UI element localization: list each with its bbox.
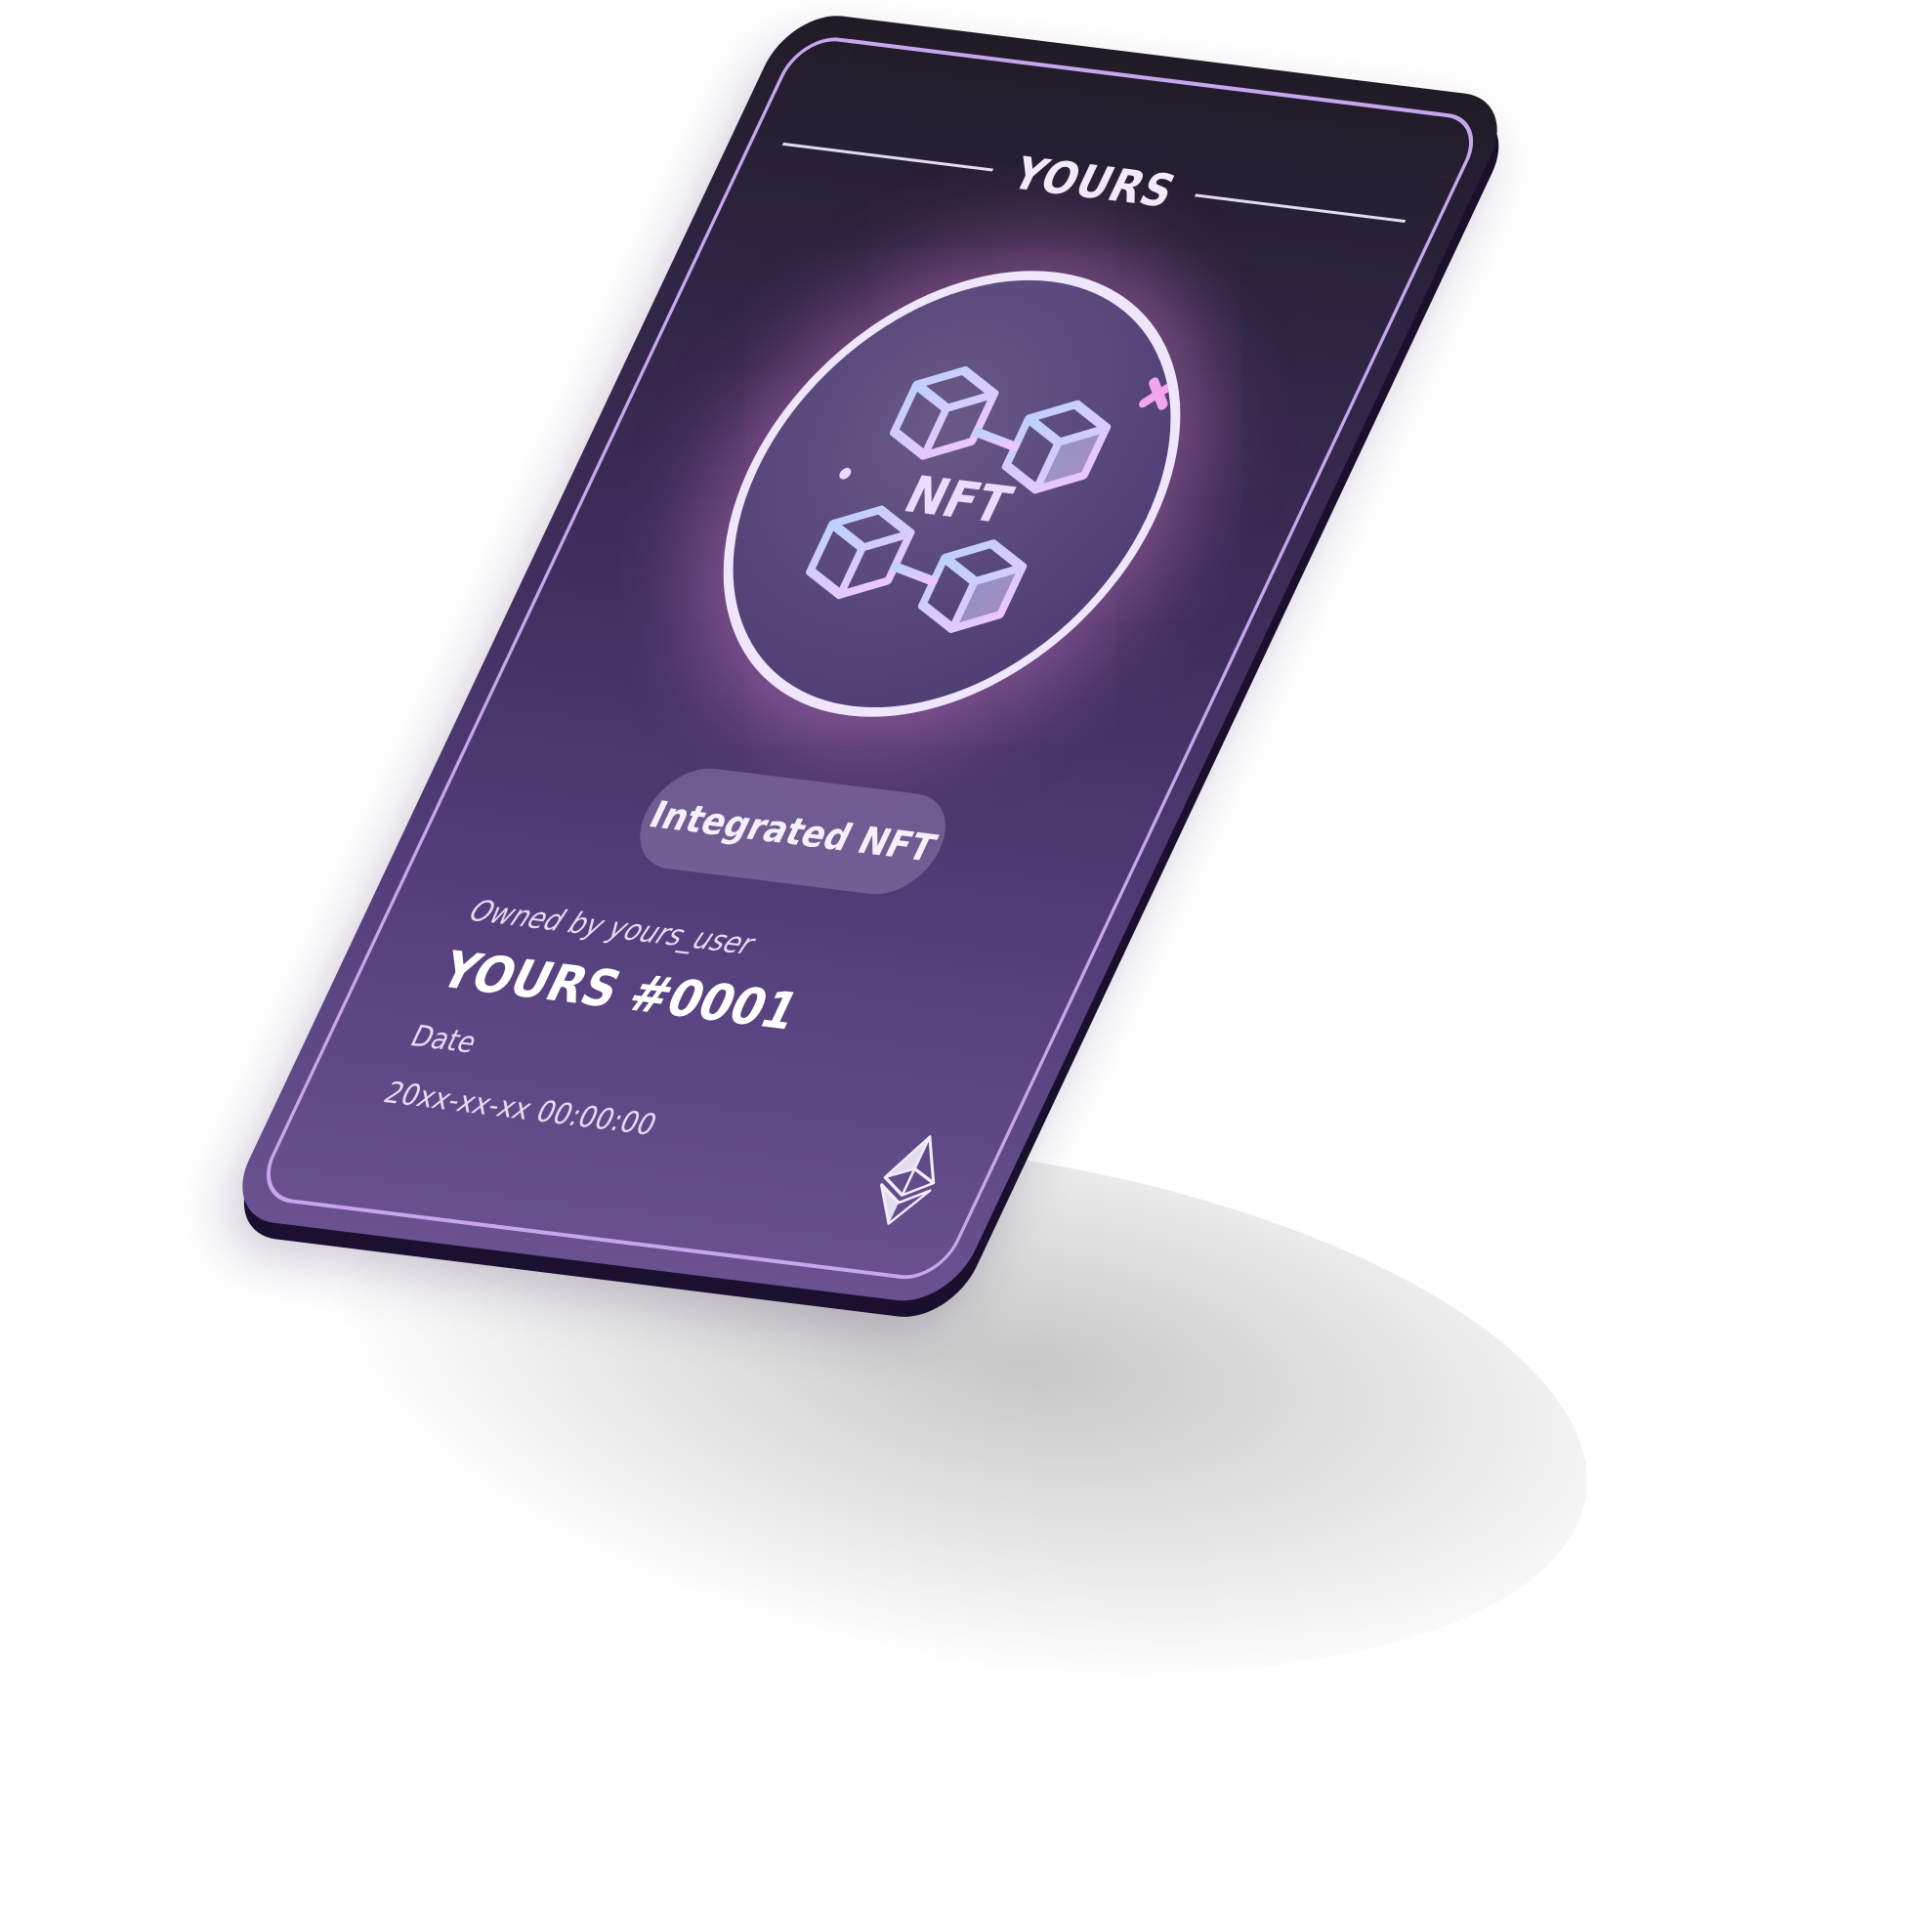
card-scene: YOURS NFT Integrated NFT Owned by yours_… — [0, 0, 1932, 1905]
header-rule-right — [1194, 192, 1407, 223]
nft-card[interactable]: YOURS NFT Integrated NFT Owned by yours_… — [222, 10, 1519, 1324]
dot-icon — [839, 467, 852, 480]
sparkle-icon — [1139, 377, 1178, 410]
header-rule-left — [781, 142, 994, 172]
badge-label: Integrated NFT — [642, 792, 944, 870]
card-face: YOURS NFT Integrated NFT Owned by yours_… — [222, 10, 1518, 1307]
